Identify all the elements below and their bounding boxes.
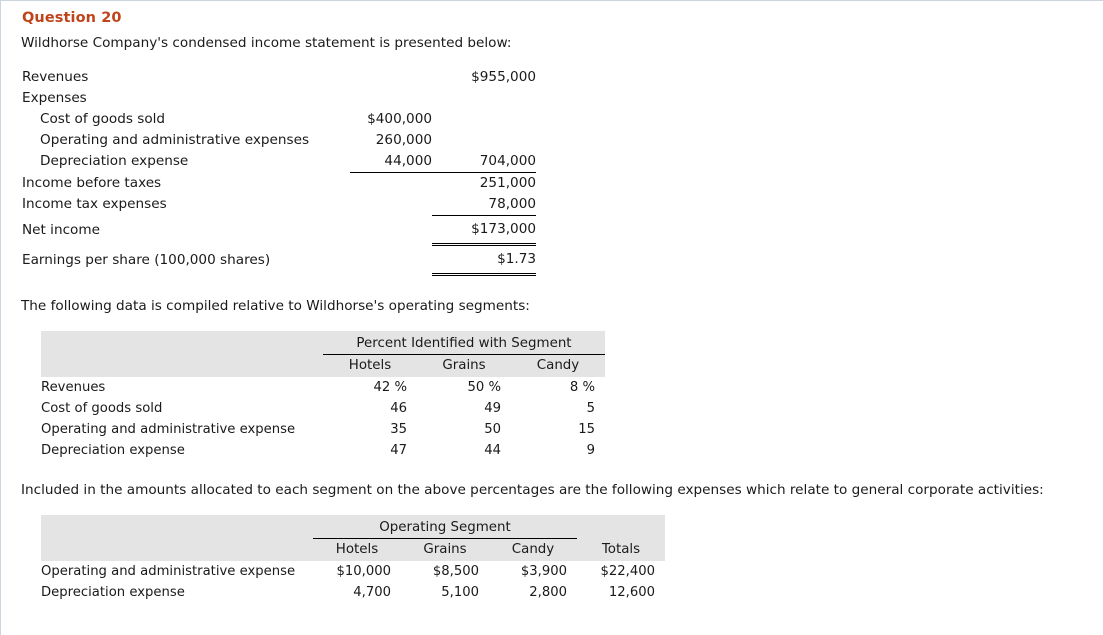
- row-col2: 704,000: [432, 150, 536, 173]
- cell-grains: 44: [484, 442, 501, 458]
- cell-candy: 9: [586, 442, 595, 458]
- blank-header-cell: [41, 514, 313, 539]
- row-label: Operating and administrative expense: [41, 421, 296, 437]
- row-label: Revenues: [22, 68, 89, 85]
- column-header-grains: Grains: [401, 538, 489, 561]
- cell-hotels: 35: [390, 421, 407, 437]
- column-header-row: Hotels Grains Candy Totals: [41, 538, 665, 561]
- row-col1: 44,000: [350, 150, 432, 173]
- segment-percent-table: Percent Identified with Segment Hotels G…: [41, 330, 605, 461]
- row-col1: [350, 244, 432, 274]
- cell-grains: 50 %: [467, 379, 501, 395]
- table-row: Operating and administrative expense $10…: [41, 561, 665, 582]
- table-row: Depreciation expense 44,000 704,000: [22, 150, 536, 173]
- row-label: Operating and administrative expenses: [40, 131, 310, 148]
- group-header-row: Operating Segment: [41, 514, 665, 539]
- row-label: Operating and administrative expense: [41, 563, 296, 579]
- cell-grains: 50: [484, 421, 501, 437]
- table-row: Revenues 42 % 50 % 8 %: [41, 377, 605, 398]
- row-label: Income tax expenses: [22, 196, 167, 213]
- cell-grains: 49: [484, 400, 501, 416]
- group-header-row: Percent Identified with Segment: [41, 330, 605, 355]
- blank-header-cell: [41, 330, 323, 355]
- cell-totals: 12,600: [608, 584, 655, 600]
- cell-totals: $22,400: [600, 563, 655, 579]
- row-col2: $955,000: [471, 68, 536, 85]
- row-col1: [350, 215, 432, 244]
- table-row: Depreciation expense 47 44 9: [41, 440, 605, 461]
- row-col1: 260,000: [375, 131, 432, 148]
- row-label: Depreciation expense: [41, 442, 185, 458]
- blank-header-cell: [41, 538, 313, 561]
- cell-candy: 8 %: [569, 379, 595, 395]
- income-statement-table: Revenues $955,000 Expenses Cost of goods…: [22, 67, 536, 276]
- column-header-candy: Candy: [511, 354, 605, 377]
- blank-header-cell: [41, 354, 323, 377]
- table-row: Revenues $955,000: [22, 67, 536, 88]
- cell-hotels: 4,700: [353, 584, 391, 600]
- row-col1: [350, 67, 432, 88]
- group-header: Percent Identified with Segment: [323, 330, 605, 355]
- cell-candy: 5: [586, 400, 595, 416]
- row-col2: [432, 130, 536, 151]
- table-row: Income tax expenses 78,000: [22, 193, 536, 216]
- table-row: Cost of goods sold $400,000: [22, 109, 536, 130]
- corporate-expense-table: Operating Segment Hotels Grains Candy To…: [41, 514, 665, 603]
- row-col2: [432, 88, 536, 109]
- lower-text: Included in the amounts allocated to eac…: [21, 481, 1044, 498]
- table-row: Income before taxes 251,000: [22, 172, 536, 194]
- cell-grains: $8,500: [432, 563, 479, 579]
- row-col2: [432, 109, 536, 130]
- group-header: Operating Segment: [313, 514, 577, 539]
- column-header-row: Hotels Grains Candy: [41, 354, 605, 377]
- table-row: Earnings per share (100,000 shares) $1.7…: [22, 244, 536, 276]
- cell-hotels: 42 %: [373, 379, 407, 395]
- row-label: Net income: [22, 222, 100, 239]
- table-row: Operating and administrative expense 35 …: [41, 419, 605, 440]
- cell-candy: 15: [578, 421, 595, 437]
- row-col2: 251,000: [479, 174, 536, 191]
- column-header-candy: Candy: [489, 538, 577, 561]
- cell-hotels: 46: [390, 400, 407, 416]
- row-col1: [350, 194, 432, 216]
- table-row: Depreciation expense 4,700 5,100 2,800 1…: [41, 582, 665, 603]
- cell-hotels: 47: [390, 442, 407, 458]
- column-header-hotels: Hotels: [313, 538, 401, 561]
- row-label: Expenses: [22, 89, 87, 106]
- table-row: Operating and administrative expenses 26…: [22, 130, 536, 151]
- cell-grains: 5,100: [441, 584, 479, 600]
- table-row: Cost of goods sold 46 49 5: [41, 398, 605, 419]
- row-label: Earnings per share (100,000 shares): [22, 252, 271, 269]
- table-row: Expenses: [22, 88, 536, 109]
- row-col2: $173,000: [432, 215, 536, 246]
- mid-text: The following data is compiled relative …: [21, 297, 530, 314]
- table-row: Net income $173,000: [22, 215, 536, 246]
- question-page: Question 20 Wildhorse Company's condense…: [0, 0, 1103, 635]
- column-header-hotels: Hotels: [323, 354, 417, 377]
- cell-candy: 2,800: [529, 584, 567, 600]
- row-label: Income before taxes: [22, 174, 162, 191]
- row-label: Revenues: [41, 379, 106, 395]
- intro-text: Wildhorse Company's condensed income sta…: [21, 35, 512, 51]
- column-header-grains: Grains: [417, 354, 511, 377]
- row-label: Cost of goods sold: [41, 400, 163, 416]
- column-header-totals: Totals: [577, 538, 665, 561]
- cell-hotels: $10,000: [336, 563, 391, 579]
- cell-candy: $3,900: [520, 563, 567, 579]
- row-label: Depreciation expense: [41, 584, 185, 600]
- row-col1: [350, 88, 432, 109]
- row-label: Cost of goods sold: [40, 110, 166, 127]
- row-col2: $1.73: [432, 244, 536, 276]
- page-title: Question 20: [22, 10, 122, 26]
- row-col1: [350, 172, 432, 194]
- row-label: Depreciation expense: [40, 153, 189, 170]
- row-col2: 78,000: [432, 193, 536, 216]
- row-col1: $400,000: [367, 110, 432, 127]
- blank-header-cell: [577, 514, 665, 539]
